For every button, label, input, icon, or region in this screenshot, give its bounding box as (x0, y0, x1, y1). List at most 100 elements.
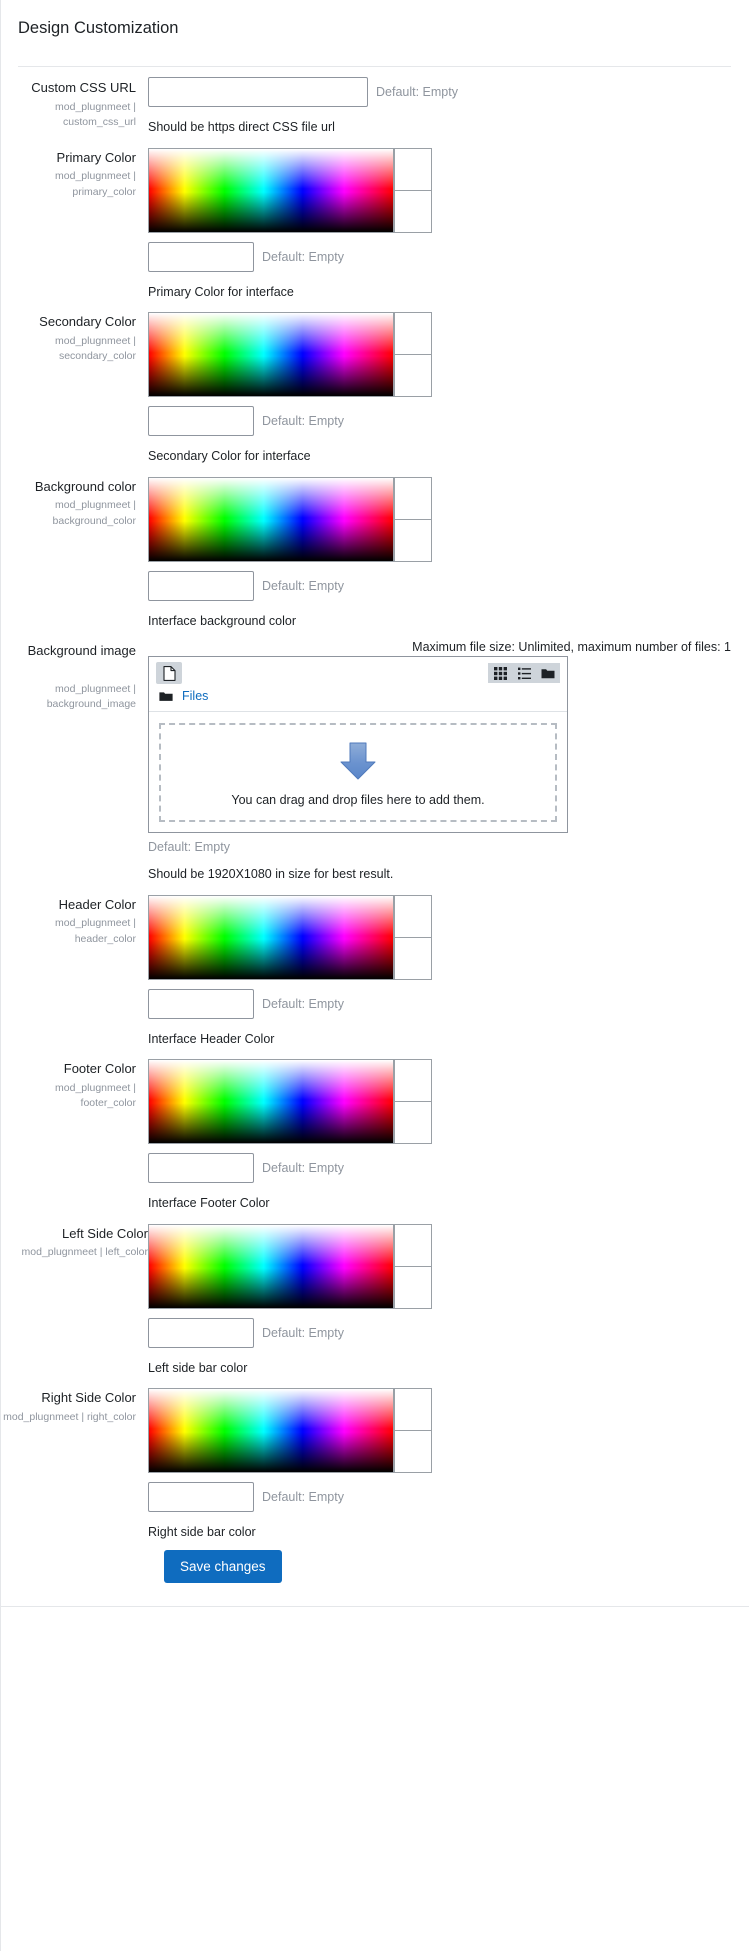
color-gradient-area[interactable] (148, 147, 394, 233)
setting-key: mod_plugnmeet | footer_color (55, 1081, 136, 1110)
setting-helper-text: Interface Header Color (148, 1031, 275, 1046)
field-line: Default: Empty (148, 77, 735, 108)
secondary-color-input[interactable] (148, 406, 254, 437)
add-file-button[interactable] (156, 662, 182, 685)
color-picker-left-color[interactable] (148, 1223, 432, 1309)
color-preview-swatch (394, 355, 432, 398)
background-color-input[interactable] (148, 570, 254, 601)
list-view-icon (517, 667, 531, 680)
hue-slider[interactable] (394, 147, 432, 191)
hue-slider[interactable] (394, 1059, 432, 1103)
field-line: Default: Empty (148, 1153, 735, 1184)
setting-row-background-image: Background image mod_plugnmeet | backgro… (0, 630, 749, 884)
color-gradient-area[interactable] (148, 1059, 394, 1145)
field-line: Default: Empty (148, 988, 735, 1019)
default-value-hint: Default: Empty (262, 1161, 344, 1176)
color-picker-header-color[interactable] (148, 894, 432, 980)
color-picker-secondary-color[interactable] (148, 312, 432, 398)
setting-control-custom-css-url: Default: Empty Should be https direct CS… (148, 77, 749, 137)
down-arrow-icon (340, 742, 376, 780)
setting-row-custom-css-url: Custom CSS URL mod_plugnmeet | custom_cs… (0, 67, 749, 137)
color-gradient-area[interactable] (148, 894, 394, 980)
tree-view-button[interactable] (536, 663, 560, 684)
setting-label-primary-color: Primary Color mod_plugnmeet | primary_co… (0, 147, 148, 200)
color-preview-swatch (394, 190, 432, 233)
color-preview-swatch (394, 519, 432, 562)
color-gradient-area[interactable] (148, 312, 394, 398)
left-color-input[interactable] (148, 1317, 254, 1348)
setting-helper-text: Interface background color (148, 613, 297, 628)
field-line: Default: Empty (148, 570, 735, 601)
setting-control-header-color: Default: Empty Interface Header Color (148, 894, 749, 1049)
default-value-hint: Default: Empty (262, 1325, 344, 1340)
field-line: Default: Empty (148, 241, 735, 272)
grid-view-button[interactable] (488, 663, 512, 684)
file-dropzone[interactable]: You can drag and drop files here to add … (159, 723, 557, 823)
custom-css-url-input[interactable] (148, 77, 368, 108)
setting-row-left-color: Left Side Color mod_plugnmeet | left_col… (0, 1213, 749, 1378)
setting-control-primary-color: Default: Empty Primary Color for interfa… (148, 147, 749, 302)
right-color-input[interactable] (148, 1482, 254, 1513)
color-picker-primary-color[interactable] (148, 147, 432, 233)
color-picker-right-color[interactable] (148, 1388, 432, 1474)
footer-divider (0, 1605, 749, 1607)
hue-slider[interactable] (394, 1223, 432, 1267)
color-picker-sidebars (394, 894, 432, 980)
file-manager: Files You can drag and drop files here t… (148, 656, 568, 834)
dropzone-text: You can drag and drop files here to add … (231, 793, 485, 808)
setting-helper-text: Interface Footer Color (148, 1196, 270, 1211)
page-header: Design Customization (0, 0, 749, 53)
field-line: Default: Empty (148, 1317, 735, 1348)
default-value-hint: Default: Empty (376, 85, 458, 100)
color-gradient-area[interactable] (148, 476, 394, 562)
setting-name: Footer Color (63, 1061, 136, 1077)
default-value-hint: Default: Empty (262, 414, 344, 429)
list-view-button[interactable] (512, 663, 536, 684)
default-value-hint: Default: Empty (148, 840, 230, 855)
color-preview-swatch (394, 1266, 432, 1309)
hue-slider[interactable] (394, 1388, 432, 1432)
default-value-hint: Default: Empty (262, 996, 344, 1011)
color-gradient-area[interactable] (148, 1388, 394, 1474)
default-value-hint: Default: Empty (262, 249, 344, 264)
footer-color-input[interactable] (148, 1153, 254, 1184)
hue-slider[interactable] (394, 312, 432, 356)
save-changes-button[interactable]: Save changes (164, 1549, 282, 1583)
setting-key: mod_plugnmeet | custom_css_url (55, 100, 136, 129)
setting-label-background-image: Background image mod_plugnmeet | backgro… (0, 640, 148, 712)
color-gradient-area[interactable] (148, 1223, 394, 1309)
file-icon (162, 665, 176, 681)
design-customization-page: Design Customization Custom CSS URL mod_… (0, 0, 749, 1951)
setting-control-background-color: Default: Empty Interface background colo… (148, 476, 749, 631)
toolbar-view-group (488, 663, 560, 684)
file-manager-breadcrumb: Files (149, 687, 567, 713)
setting-name: Primary Color (56, 149, 136, 165)
setting-label-right-color: Right Side Color mod_plugnmeet | right_c… (0, 1387, 148, 1425)
primary-color-input[interactable] (148, 241, 254, 272)
color-picker-sidebars (394, 1388, 432, 1474)
setting-name: Header Color (58, 896, 136, 912)
folder-icon (159, 692, 173, 701)
color-picker-background-color[interactable] (148, 476, 432, 562)
header-color-input[interactable] (148, 988, 254, 1019)
breadcrumb-files-link[interactable]: Files (182, 689, 208, 703)
setting-row-secondary-color: Secondary Color mod_plugnmeet | secondar… (0, 301, 749, 466)
default-value-hint: Default: Empty (262, 1490, 344, 1505)
grid-view-icon (493, 666, 507, 680)
setting-key: mod_plugnmeet | secondary_color (55, 334, 136, 363)
file-manager-toolbar (149, 657, 567, 687)
color-picker-sidebars (394, 147, 432, 233)
color-picker-sidebars (394, 476, 432, 562)
setting-row-header-color: Header Color mod_plugnmeet | header_colo… (0, 884, 749, 1049)
field-line: Default: Empty (148, 406, 735, 437)
color-picker-sidebars (394, 1059, 432, 1145)
setting-row-right-color: Right Side Color mod_plugnmeet | right_c… (0, 1377, 749, 1542)
hue-slider[interactable] (394, 476, 432, 520)
hue-slider[interactable] (394, 894, 432, 938)
setting-helper-text: Right side bar color (148, 1525, 256, 1540)
setting-name: Custom CSS URL (31, 80, 136, 96)
setting-control-background-image: Maximum file size: Unlimited, maximum nu… (148, 640, 749, 884)
color-picker-footer-color[interactable] (148, 1059, 432, 1145)
color-picker-sidebars (394, 312, 432, 398)
setting-row-footer-color: Footer Color mod_plugnmeet | footer_colo… (0, 1048, 749, 1213)
